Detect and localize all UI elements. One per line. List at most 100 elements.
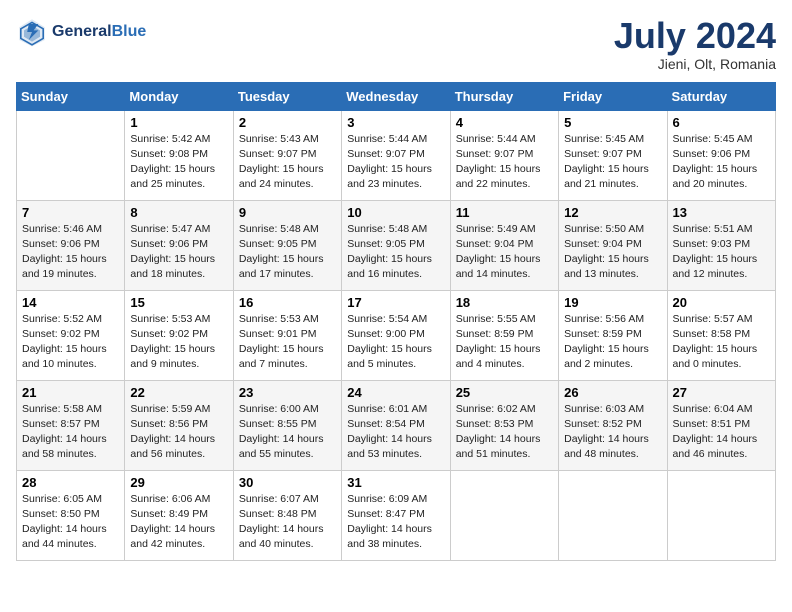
day-number: 23 [239,385,336,400]
calendar-cell: 3Sunrise: 5:44 AM Sunset: 9:07 PM Daylig… [342,110,450,200]
calendar-cell: 7 Sunrise: 5:46 AM Sunset: 9:06 PM Daylig… [17,200,125,290]
day-number: 1 [130,115,227,130]
calendar-cell: 6Sunrise: 5:45 AM Sunset: 9:06 PM Daylig… [667,110,775,200]
day-info: Sunrise: 5:44 AM Sunset: 9:07 PM Dayligh… [347,132,444,193]
weekday-header-tuesday: Tuesday [233,82,341,110]
day-info: Sunrise: 5:45 AM Sunset: 9:07 PM Dayligh… [564,132,661,193]
calendar-table: SundayMondayTuesdayWednesdayThursdayFrid… [16,82,776,561]
calendar-cell: 26 Sunrise: 6:03 AM Sunset: 8:52 PM Dayli… [559,380,667,470]
calendar-cell: 14 Sunrise: 5:52 AM Sunset: 9:02 PM Dayli… [17,290,125,380]
calendar-cell: 12Sunrise: 5:50 AM Sunset: 9:04 PM Dayli… [559,200,667,290]
day-info: Sunrise: 5:46 AM Sunset: 9:06 PM Dayligh… [22,222,119,283]
day-number: 10 [347,205,444,220]
day-info: Sunrise: 6:09 AM Sunset: 8:47 PM Dayligh… [347,492,444,553]
logo-icon [16,16,48,48]
location: Jieni, Olt, Romania [614,56,776,72]
calendar-week-1: 1 Sunrise: 5:42 AM Sunset: 9:08 PM Daylig… [17,110,776,200]
day-number: 24 [347,385,444,400]
day-info: Sunrise: 6:04 AM Sunset: 8:51 PM Dayligh… [673,402,770,463]
calendar-cell: 16Sunrise: 5:53 AM Sunset: 9:01 PM Dayli… [233,290,341,380]
day-number: 15 [130,295,227,310]
weekday-header-friday: Friday [559,82,667,110]
day-info: Sunrise: 5:55 AM Sunset: 8:59 PM Dayligh… [456,312,553,373]
logo: GeneralBlue [16,16,146,48]
calendar-cell: 15 Sunrise: 5:53 AM Sunset: 9:02 PM Dayli… [125,290,233,380]
day-info: Sunrise: 5:49 AM Sunset: 9:04 PM Dayligh… [456,222,553,283]
day-number: 16 [239,295,336,310]
day-number: 21 [22,385,119,400]
calendar-cell: 8 Sunrise: 5:47 AM Sunset: 9:06 PM Daylig… [125,200,233,290]
calendar-cell: 24 Sunrise: 6:01 AM Sunset: 8:54 PM Dayli… [342,380,450,470]
calendar-cell: 27 Sunrise: 6:04 AM Sunset: 8:51 PM Dayli… [667,380,775,470]
day-info: Sunrise: 5:50 AM Sunset: 9:04 PM Dayligh… [564,222,661,283]
day-info: Sunrise: 5:51 AM Sunset: 9:03 PM Dayligh… [673,222,770,283]
day-info: Sunrise: 5:52 AM Sunset: 9:02 PM Dayligh… [22,312,119,373]
day-number: 28 [22,475,119,490]
calendar-cell: 13 Sunrise: 5:51 AM Sunset: 9:03 PM Dayli… [667,200,775,290]
day-number: 30 [239,475,336,490]
weekday-header-saturday: Saturday [667,82,775,110]
day-info: Sunrise: 5:59 AM Sunset: 8:56 PM Dayligh… [130,402,227,463]
day-number: 19 [564,295,661,310]
calendar-week-4: 21 Sunrise: 5:58 AM Sunset: 8:57 PM Dayli… [17,380,776,470]
day-info: Sunrise: 5:54 AM Sunset: 9:00 PM Dayligh… [347,312,444,373]
day-info: Sunrise: 6:01 AM Sunset: 8:54 PM Dayligh… [347,402,444,463]
calendar-cell: 17 Sunrise: 5:54 AM Sunset: 9:00 PM Dayli… [342,290,450,380]
day-info: Sunrise: 5:42 AM Sunset: 9:08 PM Dayligh… [130,132,227,193]
day-number: 2 [239,115,336,130]
calendar-cell: 1 Sunrise: 5:42 AM Sunset: 9:08 PM Daylig… [125,110,233,200]
day-number: 17 [347,295,444,310]
calendar-week-5: 28 Sunrise: 6:05 AM Sunset: 8:50 PM Dayli… [17,470,776,560]
month-title: July 2024 [614,16,776,56]
day-info: Sunrise: 5:43 AM Sunset: 9:07 PM Dayligh… [239,132,336,193]
calendar-cell [450,470,558,560]
day-number: 22 [130,385,227,400]
day-number: 18 [456,295,553,310]
calendar-cell: 10 Sunrise: 5:48 AM Sunset: 9:05 PM Dayli… [342,200,450,290]
day-number: 11 [456,205,553,220]
day-info: Sunrise: 6:06 AM Sunset: 8:49 PM Dayligh… [130,492,227,553]
calendar-cell: 9Sunrise: 5:48 AM Sunset: 9:05 PM Daylig… [233,200,341,290]
logo-text: GeneralBlue [52,23,146,41]
day-info: Sunrise: 5:47 AM Sunset: 9:06 PM Dayligh… [130,222,227,283]
page-header: GeneralBlue July 2024 Jieni, Olt, Romani… [16,16,776,72]
day-number: 8 [130,205,227,220]
calendar-cell: 22 Sunrise: 5:59 AM Sunset: 8:56 PM Dayli… [125,380,233,470]
calendar-cell: 30Sunrise: 6:07 AM Sunset: 8:48 PM Dayli… [233,470,341,560]
calendar-cell: 25Sunrise: 6:02 AM Sunset: 8:53 PM Dayli… [450,380,558,470]
day-info: Sunrise: 5:53 AM Sunset: 9:02 PM Dayligh… [130,312,227,373]
day-info: Sunrise: 6:02 AM Sunset: 8:53 PM Dayligh… [456,402,553,463]
day-number: 27 [673,385,770,400]
calendar-cell: 11 Sunrise: 5:49 AM Sunset: 9:04 PM Dayli… [450,200,558,290]
day-info: Sunrise: 5:58 AM Sunset: 8:57 PM Dayligh… [22,402,119,463]
weekday-header-row: SundayMondayTuesdayWednesdayThursdayFrid… [17,82,776,110]
day-number: 13 [673,205,770,220]
day-info: Sunrise: 5:57 AM Sunset: 8:58 PM Dayligh… [673,312,770,373]
day-info: Sunrise: 6:03 AM Sunset: 8:52 PM Dayligh… [564,402,661,463]
title-block: July 2024 Jieni, Olt, Romania [614,16,776,72]
day-info: Sunrise: 5:56 AM Sunset: 8:59 PM Dayligh… [564,312,661,373]
logo-general: General [52,23,112,40]
day-number: 20 [673,295,770,310]
day-number: 26 [564,385,661,400]
calendar-cell: 28 Sunrise: 6:05 AM Sunset: 8:50 PM Dayli… [17,470,125,560]
weekday-header-thursday: Thursday [450,82,558,110]
day-info: Sunrise: 5:48 AM Sunset: 9:05 PM Dayligh… [347,222,444,283]
day-info: Sunrise: 5:44 AM Sunset: 9:07 PM Dayligh… [456,132,553,193]
calendar-cell: 5Sunrise: 5:45 AM Sunset: 9:07 PM Daylig… [559,110,667,200]
calendar-cell [17,110,125,200]
day-number: 14 [22,295,119,310]
weekday-header-wednesday: Wednesday [342,82,450,110]
calendar-week-2: 7 Sunrise: 5:46 AM Sunset: 9:06 PM Daylig… [17,200,776,290]
calendar-cell: 18 Sunrise: 5:55 AM Sunset: 8:59 PM Dayli… [450,290,558,380]
day-info: Sunrise: 6:05 AM Sunset: 8:50 PM Dayligh… [22,492,119,553]
calendar-week-3: 14 Sunrise: 5:52 AM Sunset: 9:02 PM Dayli… [17,290,776,380]
calendar-cell: 4Sunrise: 5:44 AM Sunset: 9:07 PM Daylig… [450,110,558,200]
day-info: Sunrise: 6:00 AM Sunset: 8:55 PM Dayligh… [239,402,336,463]
day-number: 7 [22,205,119,220]
weekday-header-sunday: Sunday [17,82,125,110]
calendar-cell: 31 Sunrise: 6:09 AM Sunset: 8:47 PM Dayli… [342,470,450,560]
logo-blue-text: Blue [112,23,147,40]
day-number: 31 [347,475,444,490]
calendar-cell [667,470,775,560]
